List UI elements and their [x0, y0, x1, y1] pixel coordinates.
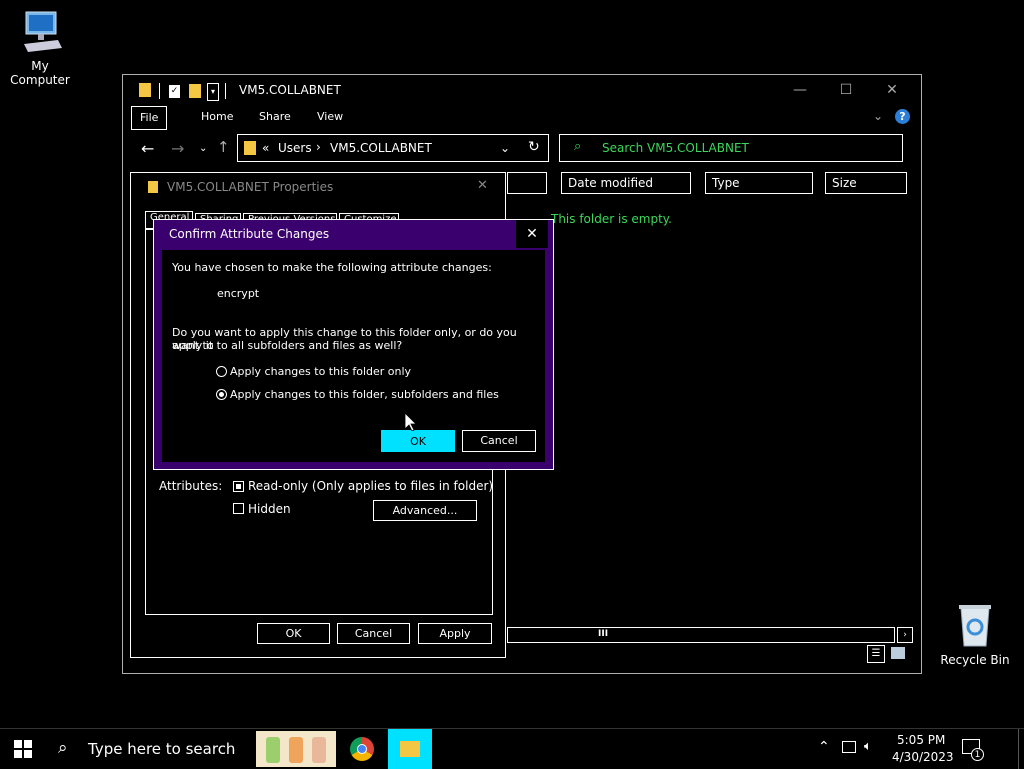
file-explorer-taskbar-icon[interactable]	[388, 729, 432, 769]
address-dropdown-icon[interactable]: ⌄	[500, 141, 510, 155]
my-computer-desktop-icon[interactable]: My Computer	[0, 8, 80, 87]
search-placeholder: Search VM5.COLLABNET	[602, 141, 749, 155]
apply-button[interactable]: Apply	[418, 623, 492, 644]
folder-icon	[148, 181, 158, 193]
show-hidden-icons-button[interactable]: ⌃	[818, 739, 830, 755]
volume-icon[interactable]: 🔈︎	[864, 739, 872, 754]
clock-time[interactable]: 5:05 PM	[897, 733, 945, 747]
recycle-bin-icon	[959, 605, 991, 647]
dialog-body: You have chosen to make the following at…	[162, 250, 545, 462]
search-icon: ⌕	[58, 738, 68, 758]
refresh-icon[interactable]: ↻	[528, 139, 540, 155]
cancel-button[interactable]: Cancel	[337, 623, 410, 644]
horizontal-scrollbar[interactable]: III	[507, 627, 895, 643]
advanced-button[interactable]: Advanced...	[373, 500, 477, 521]
folder-icon	[244, 141, 256, 155]
expand-ribbon-icon[interactable]: ⌄	[873, 109, 883, 123]
ribbon-tab-home[interactable]: Home	[193, 106, 241, 128]
scroll-thumb-grip[interactable]: III	[598, 629, 608, 639]
close-button[interactable]: ✕	[877, 81, 907, 99]
breadcrumb-separator[interactable]: ›	[316, 140, 321, 154]
recent-locations-icon[interactable]: ⌄	[199, 143, 207, 154]
window-title: VM5.COLLABNET	[239, 83, 341, 97]
chrome-taskbar-icon[interactable]	[350, 737, 374, 761]
recycle-bin-desktop-icon[interactable]: Recycle Bin	[935, 602, 1015, 667]
intro-text: You have chosen to make the following at…	[172, 261, 492, 274]
forward-button[interactable]: →	[171, 139, 184, 158]
cancel-button[interactable]: Cancel	[462, 430, 536, 452]
close-button[interactable]: ✕	[516, 220, 548, 248]
notification-count-badge: 1	[971, 748, 984, 761]
news-widget-icon[interactable]	[256, 731, 336, 767]
hidden-label[interactable]: Hidden	[248, 502, 291, 516]
apply-folder-only-label[interactable]: Apply changes to this folder only	[230, 365, 411, 378]
details-view-icon[interactable]: ☰	[867, 645, 885, 663]
readonly-label[interactable]: Read-only (Only applies to files in fold…	[248, 479, 493, 493]
dialog-title: Confirm Attribute Changes	[169, 227, 330, 241]
maximize-button[interactable]: ☐	[831, 81, 861, 99]
minimize-button[interactable]: —	[785, 81, 815, 99]
ribbon-tab-share[interactable]: Share	[251, 106, 299, 128]
help-icon[interactable]: ?	[895, 109, 910, 124]
recycle-bin-label: Recycle Bin	[940, 653, 1010, 667]
customize-toolbar-icon[interactable]: ▾	[207, 83, 219, 101]
folder-icon	[400, 741, 420, 757]
question-line-2: apply it to all subfolders and files as …	[172, 339, 403, 352]
clock-date[interactable]: 4/30/2023	[892, 750, 954, 764]
apply-all-radio[interactable]	[216, 389, 227, 400]
properties-icon[interactable]: ✓	[169, 85, 180, 98]
back-button[interactable]: ←	[141, 139, 154, 158]
windows-logo-icon	[14, 740, 32, 758]
up-button[interactable]: ↑	[217, 138, 230, 156]
apply-folder-only-radio[interactable]	[216, 366, 227, 377]
empty-folder-message: This folder is empty.	[551, 212, 672, 226]
taskbar-search-placeholder: Type here to search	[88, 740, 236, 758]
divider	[225, 83, 226, 99]
address-prefix[interactable]: «	[262, 141, 269, 155]
my-computer-label: My Computer	[10, 59, 70, 87]
show-desktop-button[interactable]	[1018, 729, 1024, 769]
hidden-checkbox[interactable]	[233, 503, 244, 514]
drink-icon	[266, 737, 280, 763]
readonly-checkbox[interactable]	[233, 481, 244, 492]
ribbon-tab-view[interactable]: View	[309, 106, 351, 128]
drink-icon	[312, 737, 326, 763]
properties-title: VM5.COLLABNET Properties	[167, 180, 334, 194]
drink-icon	[289, 737, 303, 763]
network-icon[interactable]	[842, 741, 856, 753]
folder-icon	[139, 83, 151, 97]
start-button[interactable]	[14, 740, 32, 758]
chrome-center	[357, 744, 367, 754]
address-bar[interactable]: « Users › VM5.COLLABNET ⌄ ↻	[237, 134, 549, 162]
mouse-cursor-icon	[405, 413, 417, 431]
attribute-change: encrypt	[217, 287, 260, 300]
checkbox-indeterminate-mark	[236, 484, 241, 489]
close-icon[interactable]: ✕	[477, 178, 488, 193]
ribbon-tab-file[interactable]: File	[131, 106, 168, 130]
scroll-right-button[interactable]: ›	[897, 627, 913, 643]
new-folder-icon[interactable]	[189, 84, 201, 98]
taskbar-search-box[interactable]: ⌕ Type here to search	[48, 729, 254, 769]
column-header-size[interactable]: Size	[825, 172, 907, 194]
column-header-name[interactable]	[507, 172, 547, 194]
breadcrumb-users[interactable]: Users	[278, 141, 312, 155]
ok-button[interactable]: OK	[257, 623, 330, 644]
ok-button[interactable]: OK	[381, 430, 455, 452]
quick-access-toolbar: ✓ ▾	[137, 81, 229, 101]
apply-all-label[interactable]: Apply changes to this folder, subfolders…	[230, 388, 499, 401]
taskbar: ⌕ Type here to search ⌃ 🔈︎ 5:05 PM 4/30/…	[0, 728, 1024, 769]
attributes-label: Attributes:	[159, 479, 223, 493]
confirm-attribute-changes-dialog: Confirm Attribute Changes ✕ You have cho…	[153, 219, 554, 470]
search-box[interactable]: ⌕ Search VM5.COLLABNET	[559, 134, 903, 162]
computer-icon	[24, 11, 62, 52]
large-icons-view-icon[interactable]	[891, 647, 905, 659]
breadcrumb-current[interactable]: VM5.COLLABNET	[330, 141, 432, 155]
divider	[159, 83, 160, 99]
search-icon: ⌕	[574, 139, 582, 154]
column-header-date-modified[interactable]: Date modified	[561, 172, 691, 194]
column-header-type[interactable]: Type	[705, 172, 813, 194]
